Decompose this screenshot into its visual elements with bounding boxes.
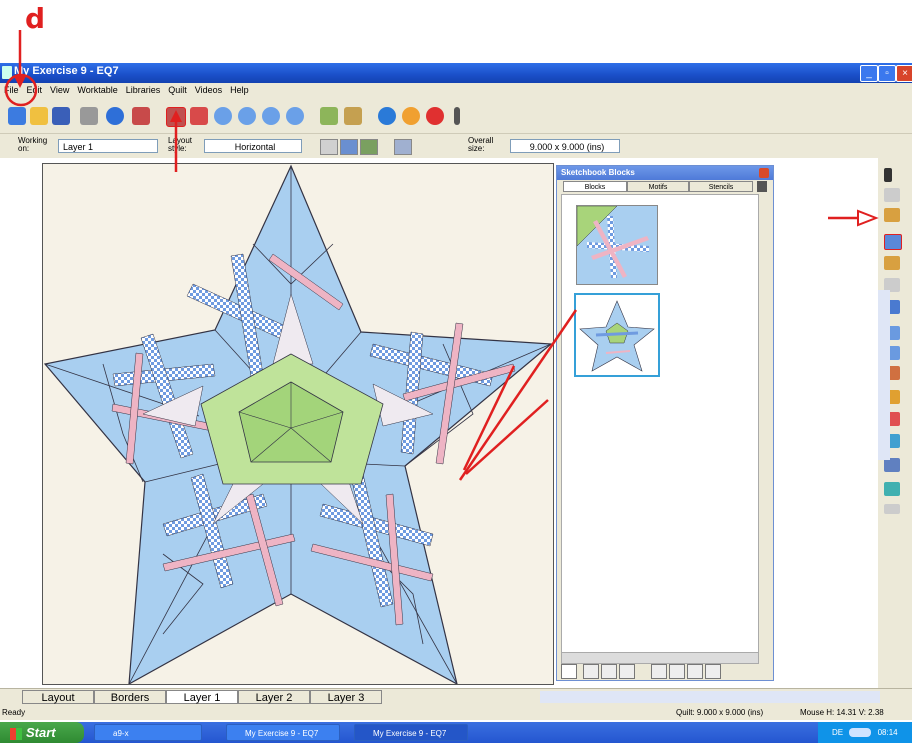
arrow-c-head bbox=[170, 110, 182, 122]
arrow-a-head bbox=[857, 209, 879, 227]
arrow-d-head bbox=[14, 76, 26, 88]
arrow-b-line bbox=[458, 309, 578, 481]
annotation-overlay bbox=[4, 30, 879, 481]
